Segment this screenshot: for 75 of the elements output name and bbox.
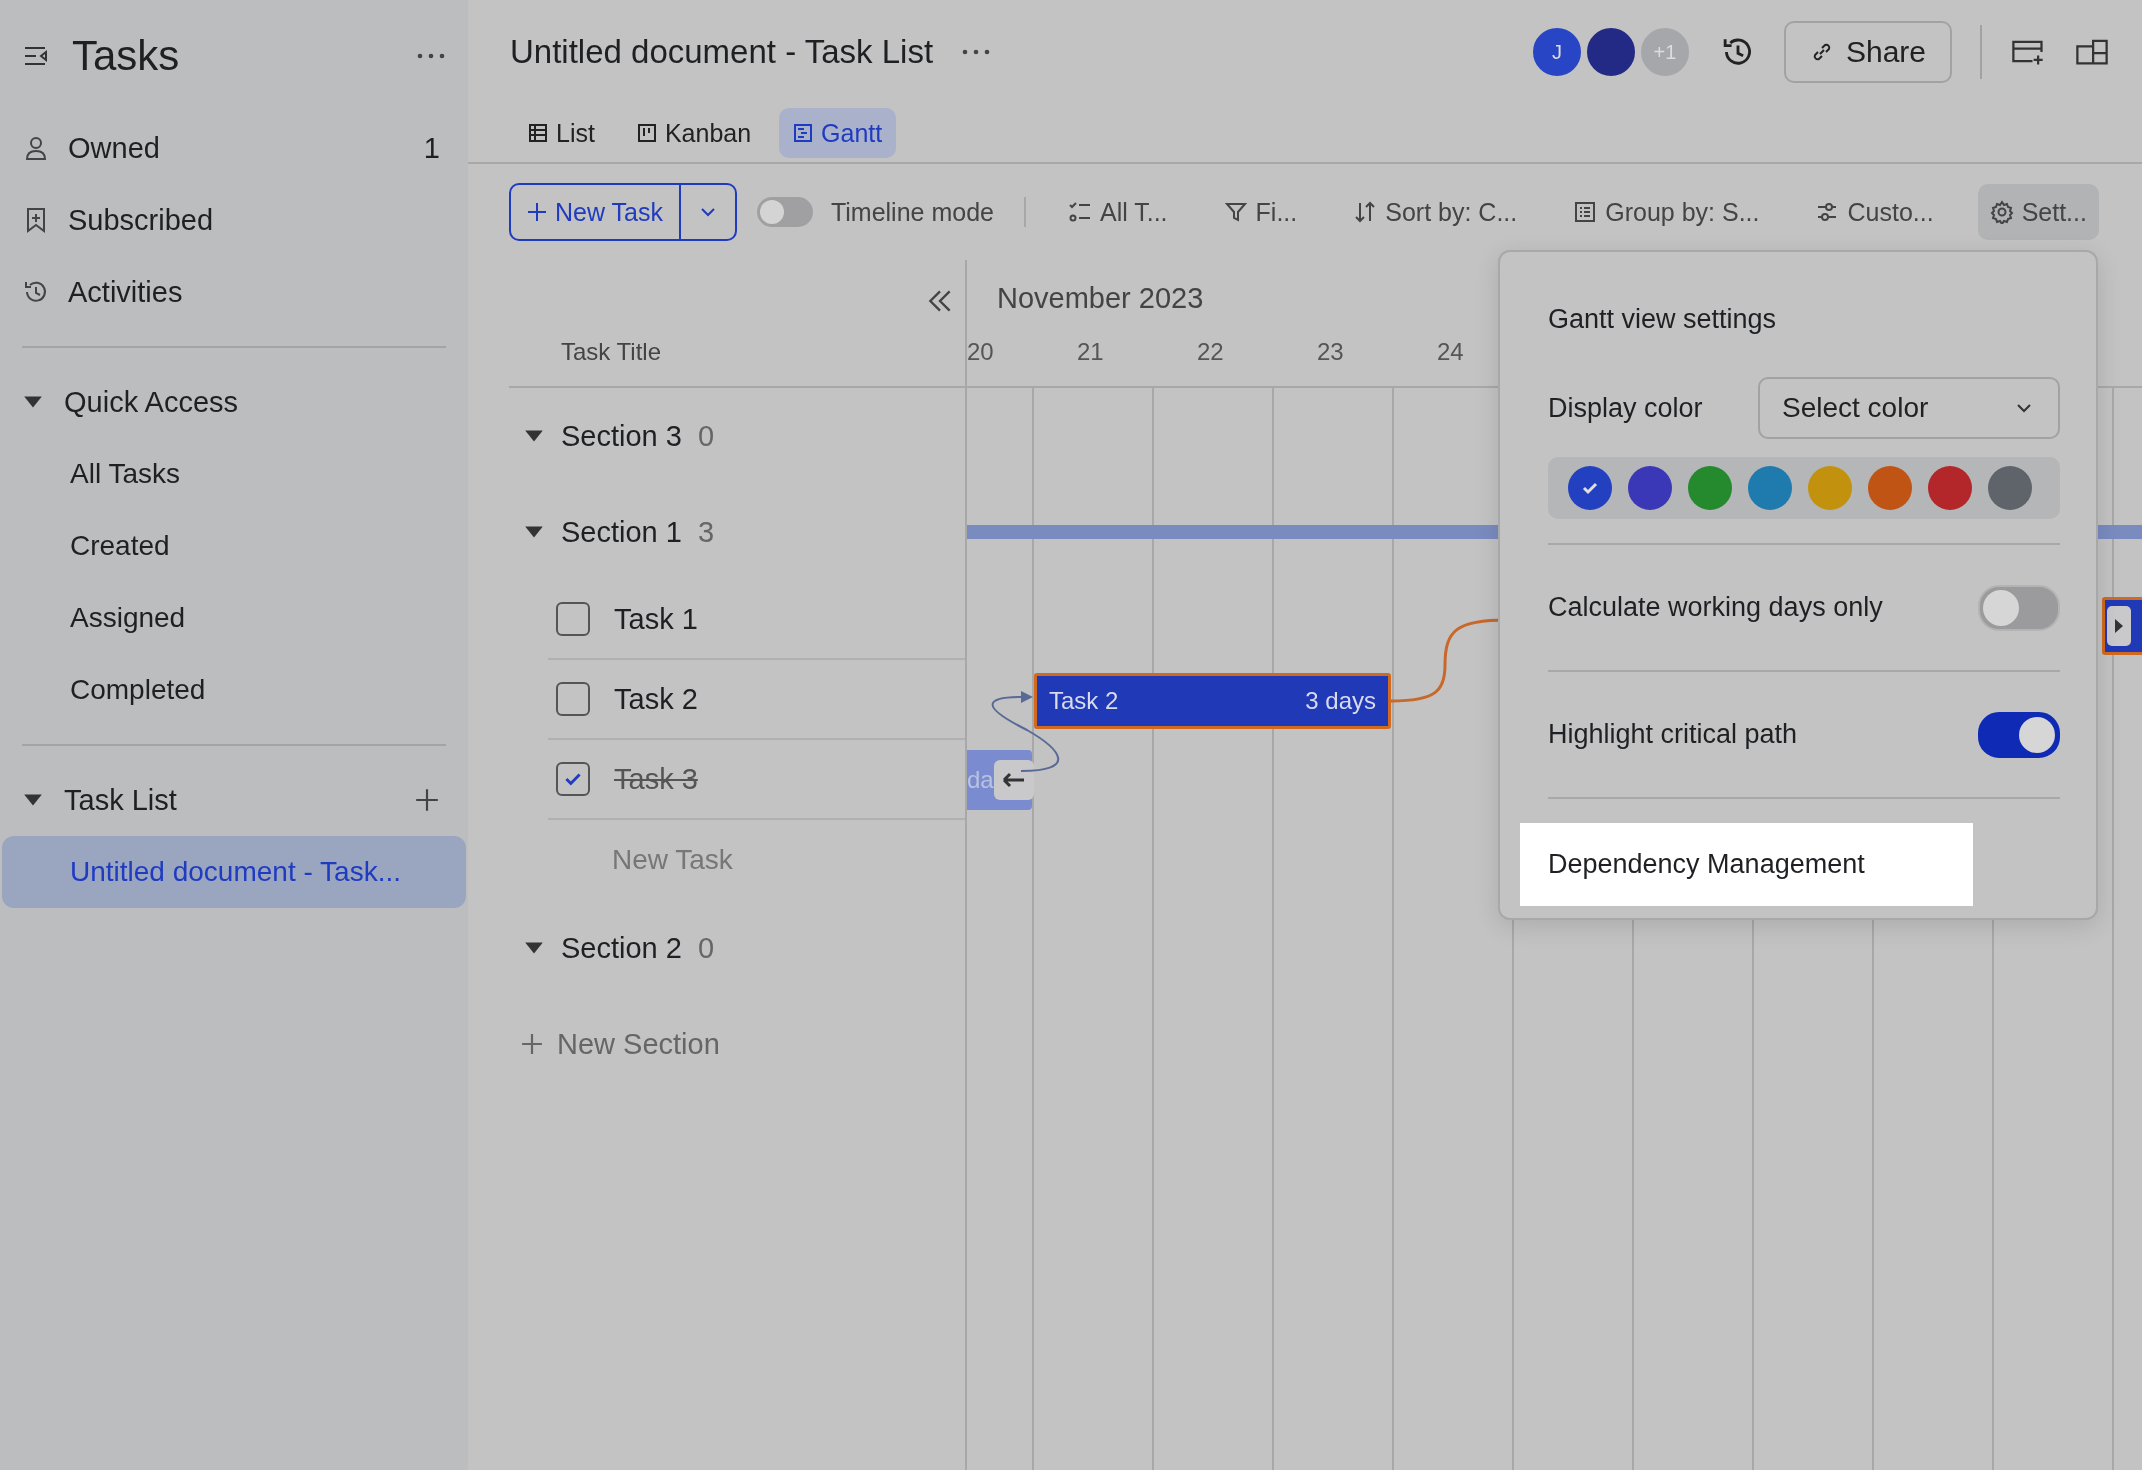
view-tab[interactable]: List xyxy=(514,108,609,158)
toolbar-button[interactable]: Custo... xyxy=(1803,184,1946,240)
toggle-switch[interactable] xyxy=(1978,711,2060,758)
sidebar-item[interactable]: Activities xyxy=(22,256,446,328)
list-icon xyxy=(1573,200,1598,224)
toolbar-button[interactable]: Sett... xyxy=(1977,184,2099,240)
settings-icon xyxy=(1989,200,2014,224)
column-header: Task Title xyxy=(561,338,662,366)
checkbox[interactable] xyxy=(556,682,590,716)
color-swatch[interactable] xyxy=(1568,466,1612,510)
task-bar[interactable]: Task 2 3 days xyxy=(1034,673,1391,729)
color-select[interactable]: Select color xyxy=(1758,377,2060,439)
toggle-switch[interactable] xyxy=(756,197,813,227)
view-tab[interactable]: Gantt xyxy=(779,108,897,158)
count-label: 0 xyxy=(697,931,715,965)
add-icon xyxy=(521,1033,543,1055)
toggle-label: Timeline mode xyxy=(830,197,994,227)
toolbar-button[interactable]: Fi... xyxy=(1211,184,1310,240)
add-icon xyxy=(527,202,547,222)
color-swatch[interactable] xyxy=(1748,466,1792,510)
setting-label: Display color xyxy=(1548,392,1703,424)
day-label: 22 xyxy=(1197,338,1224,366)
more-icon[interactable] xyxy=(416,52,446,60)
section-title: Section 1 xyxy=(561,515,682,549)
filter-icon xyxy=(1223,200,1248,224)
setting-label: Calculate working days only xyxy=(1548,592,1883,623)
checkbox[interactable] xyxy=(556,602,590,636)
sidebar-item[interactable]: Created xyxy=(2,510,466,582)
sidebar-item[interactable]: Assigned xyxy=(2,582,466,654)
section-title: Section 3 xyxy=(561,419,682,453)
task-title[interactable]: Task 1 xyxy=(614,602,698,636)
day-label: 20 xyxy=(967,338,994,366)
count-label: 1 xyxy=(423,131,440,165)
document-title: Untitled document - Task List xyxy=(510,33,934,71)
popover-title: Gantt view settings xyxy=(1548,304,1778,336)
board-icon xyxy=(636,123,657,143)
color-swatch[interactable] xyxy=(1928,466,1972,510)
group-heading[interactable]: Task List xyxy=(64,783,400,817)
task-title[interactable]: Task 2 xyxy=(614,682,698,716)
day-label: 24 xyxy=(1437,338,1464,366)
color-swatch[interactable] xyxy=(1988,466,2032,510)
group-heading[interactable]: Quick Access xyxy=(64,385,446,419)
more-icon[interactable] xyxy=(961,48,992,56)
color-swatch[interactable] xyxy=(1808,466,1852,510)
toolbar-button[interactable]: All T... xyxy=(1055,184,1180,240)
add-icon[interactable] xyxy=(414,787,440,813)
count-label: 3 xyxy=(697,515,715,549)
view-tab[interactable]: Kanban xyxy=(622,108,766,158)
sidebar-item[interactable]: Completed xyxy=(2,654,466,726)
sidebar-item[interactable]: All Tasks xyxy=(2,438,466,510)
color-swatch[interactable] xyxy=(1628,466,1672,510)
month-label: November 2023 xyxy=(997,282,1204,315)
play-handle-icon[interactable] xyxy=(2107,606,2131,646)
table-icon xyxy=(528,123,548,143)
section-title: Section 2 xyxy=(561,931,682,965)
toggle-switch[interactable] xyxy=(1978,584,2060,631)
task-title[interactable]: Task 3 xyxy=(614,762,698,796)
gantt-icon xyxy=(793,123,814,143)
share-button[interactable]: Share xyxy=(1783,21,1952,83)
arrow-left-icon[interactable] xyxy=(993,760,1034,800)
day-label: 23 xyxy=(1317,338,1344,366)
setting-label: Highlight critical path xyxy=(1548,719,1798,750)
app-title: Tasks xyxy=(72,32,181,80)
new-task-button[interactable]: New Task xyxy=(511,185,681,239)
dependency-management-item[interactable]: Dependency Management xyxy=(1520,823,1973,906)
color-swatch[interactable] xyxy=(1868,466,1912,510)
toolbar-button[interactable]: Sort by: C... xyxy=(1341,184,1530,240)
day-label: 21 xyxy=(1077,338,1104,366)
count-label: 0 xyxy=(697,419,715,453)
color-swatch[interactable] xyxy=(1688,466,1732,510)
toolbar-button[interactable]: Group by: S... xyxy=(1561,184,1772,240)
sidebar-item[interactable]: Owned 1 xyxy=(22,112,446,184)
checklist-icon xyxy=(1067,200,1092,224)
sidebar-item[interactable]: Subscribed xyxy=(22,184,446,256)
checkbox[interactable] xyxy=(556,762,590,796)
